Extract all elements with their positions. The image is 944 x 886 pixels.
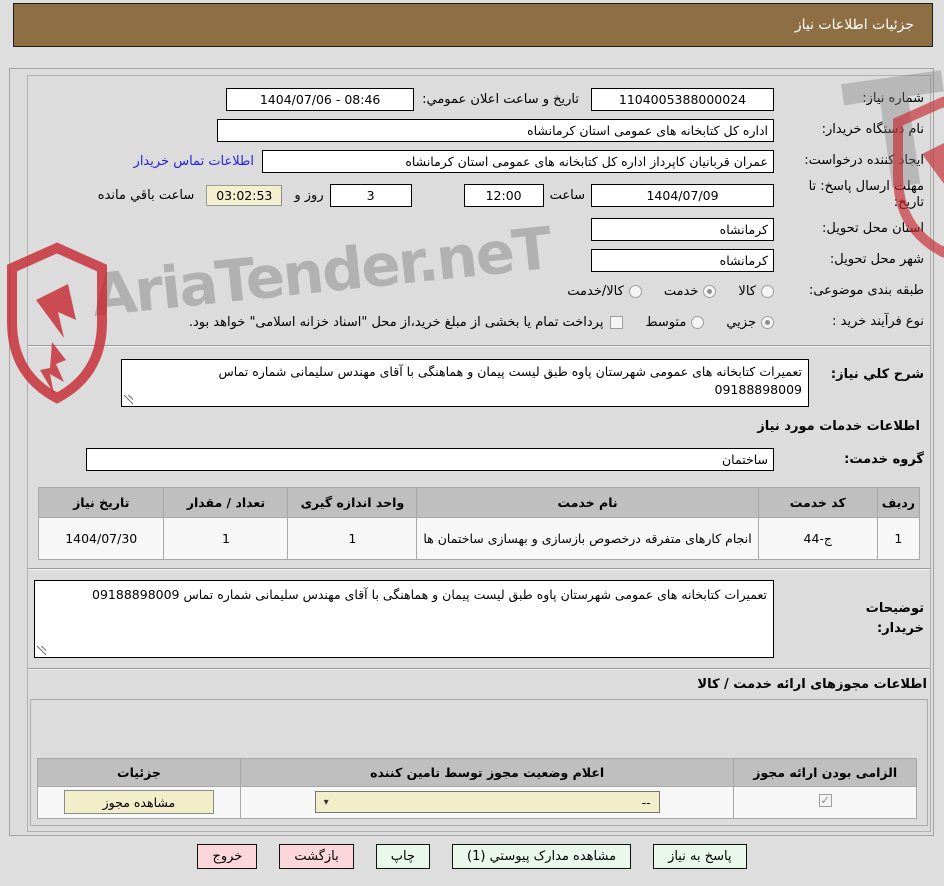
- delivery-city-label: شهر محل تحویل:: [829, 252, 924, 268]
- subject-category-label: طبقه بندی موضوعی:: [808, 283, 924, 299]
- back-button[interactable]: بازگشت: [279, 844, 354, 869]
- permit-status-select[interactable]: -- ▾: [314, 791, 660, 813]
- radio-minor-icon[interactable]: [761, 316, 774, 329]
- cell-quantity: 1: [163, 516, 289, 560]
- resize-handle-icon[interactable]: [37, 645, 46, 655]
- resize-handle-icon[interactable]: [124, 394, 133, 404]
- main-container: شماره نیاز: 1104005388000024 تاریخ و ساع…: [9, 68, 934, 836]
- buyer-org-label: نام دستگاه خریدار:: [821, 121, 924, 137]
- need-number-field[interactable]: 1104005388000024: [591, 87, 774, 111]
- chevron-down-icon: ▾: [323, 796, 329, 808]
- permits-table: الزامی بودن ارائه مجوز اعلام وضعیت مجوز …: [37, 757, 917, 819]
- buyer-contact-link[interactable]: اطلاعات تماس خریدار: [134, 154, 254, 169]
- process-option-minor: جزیي: [726, 315, 774, 330]
- announce-datetime-field[interactable]: 1404/07/06 - 08:46: [226, 87, 415, 111]
- need-number-row: شماره نیاز: 1104005388000024 تاریخ و ساع…: [34, 86, 924, 112]
- services-table-header-row: ردیف کد خدمت نام خدمت واحد اندازه گیری ت…: [37, 486, 921, 518]
- category-option-goods: کالا: [738, 284, 774, 299]
- delivery-province-field[interactable]: کرمانشاه: [591, 218, 774, 241]
- category-option-service: خدمت: [664, 284, 717, 299]
- delivery-province-row: استان محل تحویل: کرمانشاه: [34, 217, 924, 243]
- col-unit: واحد اندازه گیری: [287, 486, 418, 518]
- page-title-bar: جزئیات اطلاعات نیاز: [13, 3, 933, 47]
- announce-datetime-label: تاریخ و ساعت اعلان عمومي:: [422, 91, 579, 107]
- permits-section-title: اطلاعات مجوزهای ارائه خدمت / کالا: [697, 676, 927, 692]
- service-group-row: گروه خدمت: ساختمان: [34, 447, 924, 471]
- delivery-city-row: شهر محل تحویل: کرمانشاه: [34, 248, 924, 274]
- deadline-label: مهلت ارسال پاسخ: تا تاریخ:: [808, 179, 924, 211]
- col-need-date: تاریخ نیاز: [37, 486, 165, 518]
- general-info-section: شماره نیاز: 1104005388000024 تاریخ و ساع…: [28, 76, 930, 345]
- delivery-province-label: استان محل تحویل:: [822, 221, 924, 237]
- need-description-textarea[interactable]: تعمیرات کتابخانه های عمومی شهرستان پاوه …: [121, 358, 809, 407]
- delivery-city-field[interactable]: کرمانشاه: [591, 249, 774, 272]
- permits-table-header-row: الزامی بودن ارائه مجوز اعلام وضعیت مجوز …: [37, 757, 917, 787]
- radio-goods-icon[interactable]: [761, 285, 774, 298]
- footer-actions: پاسخ به نیاز مشاهده مدارک پیوستي (1) چاپ…: [0, 844, 944, 869]
- col-row-number: ردیف: [876, 486, 921, 518]
- service-group-label: گروه خدمت:: [844, 451, 924, 467]
- cell-service-code: ج-44: [757, 516, 878, 560]
- services-table-row: 1 ج-44 انجام کارهای متفرقه درخصوص بازساز…: [37, 516, 921, 560]
- services-section-title: اطلاعات خدمات مورد نیاز: [757, 418, 920, 434]
- request-creator-label: ایجاد کننده درخواست:: [804, 152, 924, 168]
- permits-box: الزامی بودن ارائه مجوز اعلام وضعیت مجوز …: [30, 698, 928, 826]
- subject-category-row: طبقه بندی موضوعی: کالا خدمت کالا/خدمت: [34, 279, 924, 305]
- cell-unit: 1: [287, 516, 418, 560]
- print-button[interactable]: چاپ: [375, 844, 430, 869]
- category-option-goods-service: کالا/خدمت: [567, 284, 642, 299]
- cell-row-number: 1: [876, 516, 921, 560]
- purchase-process-row: نوع فرآیند خرید : جزیي متوسط پرداخت تمام…: [34, 310, 924, 336]
- buyer-org-row: نام دستگاه خریدار: اداره کل کتابخانه های…: [34, 117, 924, 143]
- radio-medium-icon[interactable]: [691, 316, 705, 329]
- request-creator-field[interactable]: عمران قربانیان کاپرداز اداره کل کتابخانه…: [262, 149, 774, 173]
- page-title: جزئیات اطلاعات نیاز: [794, 17, 914, 33]
- process-option-medium: متوسط: [645, 315, 705, 330]
- services-section: شرح کلي نیاز: تعمیرات کتابخانه های عمومی…: [28, 347, 930, 568]
- view-attachments-button[interactable]: مشاهده مدارک پیوستي (1): [452, 844, 632, 869]
- content-box: شماره نیاز: 1104005388000024 تاریخ و ساع…: [27, 75, 931, 832]
- exit-button[interactable]: خروج: [197, 844, 258, 869]
- countdown-timer: 03:02:53: [206, 184, 283, 206]
- purchase-process-label: نوع فرآیند خرید :: [832, 314, 924, 330]
- buyer-notes-textarea[interactable]: تعمیرات کتابخانه های عمومی شهرستان پاوه …: [34, 579, 774, 658]
- col-permit-status: اعلام وضعیت مجوز توسط تامین کننده: [239, 757, 735, 787]
- deadline-date-field[interactable]: 1404/07/09: [591, 183, 774, 207]
- treasury-note-text: پرداخت تمام یا بخشی از مبلغ خرید،از محل …: [188, 315, 604, 330]
- service-group-field[interactable]: ساختمان: [86, 447, 774, 471]
- respond-to-need-button[interactable]: پاسخ به نیاز: [653, 844, 747, 869]
- cell-permit-status: -- ▾: [239, 785, 735, 819]
- deadline-time-field[interactable]: 12:00: [463, 183, 544, 207]
- col-service-name: نام خدمت: [416, 486, 759, 518]
- permits-table-row: -- ▾ مشاهده مجوز: [37, 785, 917, 819]
- need-description-row: شرح کلي نیاز: تعمیرات کتابخانه های عمومی…: [34, 358, 924, 407]
- need-details-page: { "page_title": "جزئیات اطلاعات نیاز", "…: [0, 0, 944, 886]
- cell-need-date: 1404/07/30: [37, 516, 165, 560]
- col-permit-required: الزامی بودن ارائه مجوز: [733, 757, 917, 787]
- col-permit-details: جزئیات: [37, 757, 241, 787]
- need-number-label: شماره نیاز:: [862, 90, 924, 106]
- cell-permit-required: [733, 785, 917, 819]
- cell-service-name: انجام کارهای متفرقه درخصوص بازسازی و بهس…: [416, 516, 759, 560]
- radio-goods-service-icon[interactable]: [628, 285, 642, 298]
- treasury-checkbox[interactable]: [610, 316, 624, 329]
- request-creator-row: ایجاد کننده درخواست: عمران قربانیان کاپر…: [34, 148, 924, 174]
- time-remaining-label: ساعت باقي مانده: [97, 187, 195, 203]
- cell-permit-details: مشاهده مجوز: [37, 785, 241, 819]
- col-service-code: کد خدمت: [757, 486, 878, 518]
- col-quantity: تعداد / مقدار: [163, 486, 289, 518]
- buyer-notes-section: توضیحات خریدار: تعمیرات کتابخانه های عمو…: [28, 570, 930, 668]
- deadline-time-label: ساعت: [549, 187, 585, 203]
- need-description-label: شرح کلي نیاز:: [830, 366, 924, 382]
- buyer-org-field[interactable]: اداره کل کتابخانه های عمومی استان کرمانش…: [217, 118, 774, 142]
- deadline-row: مهلت ارسال پاسخ: تا تاریخ: 1404/07/09 سا…: [34, 179, 924, 212]
- view-permit-button[interactable]: مشاهده مجوز: [63, 790, 214, 814]
- treasury-note-group: پرداخت تمام یا بخشی از مبلغ خرید،از محل …: [189, 315, 624, 330]
- buyer-notes-label: توضیحات خریدار:: [865, 601, 924, 636]
- services-table: ردیف کد خدمت نام خدمت واحد اندازه گیری ت…: [37, 486, 921, 560]
- remaining-days-field[interactable]: 3: [329, 183, 412, 207]
- days-and-label: روز و: [294, 187, 324, 203]
- radio-service-icon[interactable]: [703, 285, 717, 298]
- permit-required-checkbox[interactable]: [818, 794, 832, 807]
